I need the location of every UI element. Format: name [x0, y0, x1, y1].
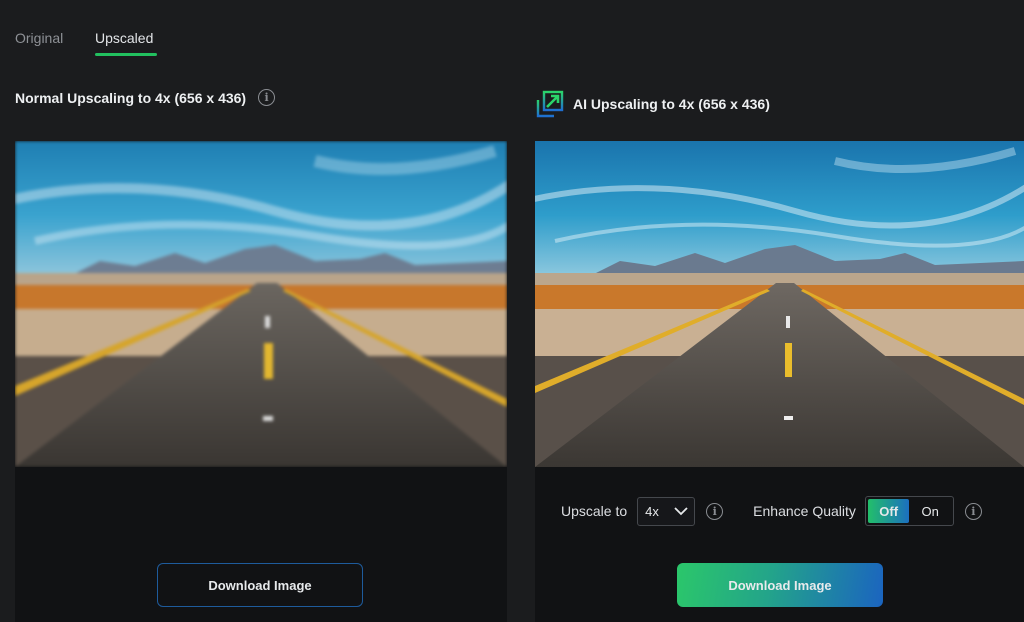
- enhance-info-icon[interactable]: i: [964, 502, 982, 520]
- download-ai-button[interactable]: Download Image: [677, 563, 883, 607]
- ai-upscale-icon: [536, 90, 564, 118]
- ai-upscaled-image: [535, 141, 1024, 467]
- upscale-info-icon[interactable]: i: [706, 502, 724, 520]
- tab-upscaled[interactable]: Upscaled: [95, 30, 153, 46]
- upscale-factor-select[interactable]: 4x: [637, 496, 696, 526]
- enhance-quality-label: Enhance Quality: [753, 503, 856, 519]
- toggle-off-option[interactable]: Off: [867, 499, 910, 523]
- ai-upscale-title: AI Upscaling to 4x (656 x 436): [573, 96, 770, 112]
- normal-upscale-title: Normal Upscaling to 4x (656 x 436): [15, 89, 247, 106]
- upscale-factor-value: 4x: [645, 503, 659, 519]
- normal-upscale-heading: Normal Upscaling to 4x (656 x 436) i: [15, 89, 276, 106]
- enhance-quality-toggle[interactable]: Off On: [864, 496, 954, 526]
- upscale-to-label: Upscale to: [561, 503, 628, 519]
- normal-upscaled-image: [15, 141, 507, 467]
- download-normal-button[interactable]: Download Image: [157, 563, 363, 607]
- ai-upscale-panel: Upscale to 4x i Enhance Quality Off On i…: [535, 141, 1024, 622]
- ai-upscale-heading: AI Upscaling to 4x (656 x 436): [535, 89, 770, 119]
- normal-upscale-panel: Download Image: [15, 141, 507, 622]
- toggle-on-option[interactable]: On: [909, 499, 951, 523]
- info-icon[interactable]: i: [258, 89, 276, 106]
- active-tab-indicator: [95, 53, 157, 56]
- ai-upscale-controls: Upscale to 4x i Enhance Quality Off On i: [561, 496, 982, 526]
- chevron-down-icon: [674, 506, 688, 515]
- tab-original[interactable]: Original: [15, 30, 63, 46]
